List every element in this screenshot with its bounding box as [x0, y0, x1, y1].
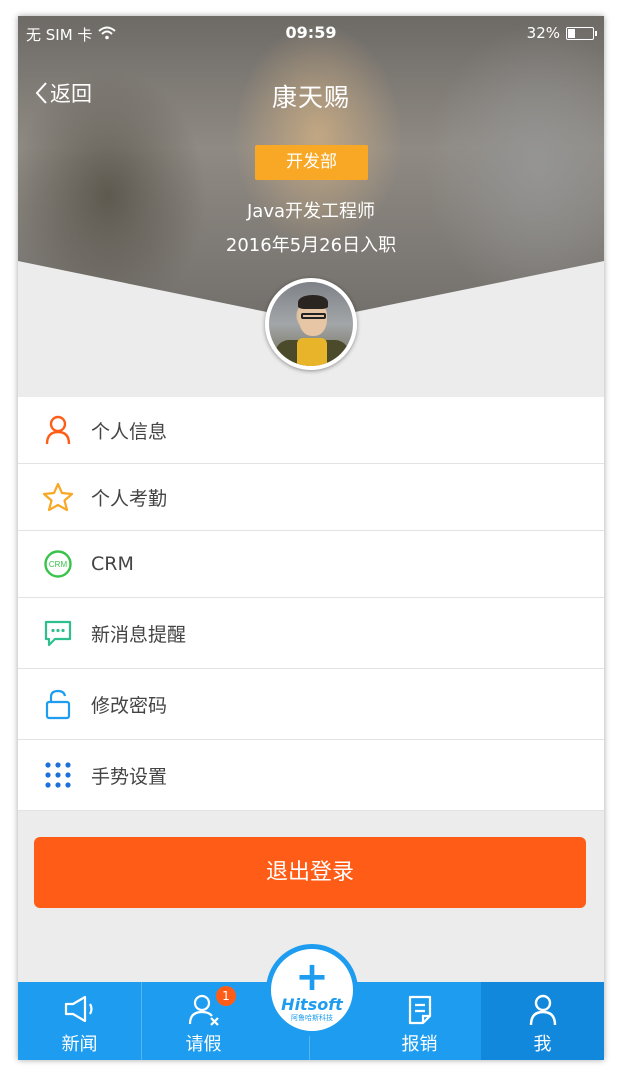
tab-label: 新闻 — [61, 1034, 98, 1055]
lock-icon — [42, 688, 74, 720]
settings-menu: 个人信息 个人考勤 CRM CRM 新消息提醒 修改密码 手势设置 — [18, 397, 604, 811]
document-icon — [358, 994, 481, 1026]
app-screen: 无 SIM 卡 09:59 32% 返回 康天赐 开发部 Java开发工程师 2… — [18, 16, 604, 1060]
battery-percent: 32% — [526, 24, 560, 42]
star-icon — [42, 481, 74, 513]
menu-item-personal-info[interactable]: 个人信息 — [18, 397, 604, 464]
nav-bar: 返回 康天赐 — [18, 72, 604, 116]
menu-item-change-password[interactable]: 修改密码 — [18, 669, 604, 740]
brand-logo: Hitsoft — [281, 995, 343, 1014]
menu-item-crm[interactable]: CRM CRM — [18, 531, 604, 598]
person-icon — [42, 414, 74, 446]
plus-icon: + — [295, 954, 329, 1000]
avatar[interactable] — [265, 278, 357, 370]
menu-item-label: 新消息提醒 — [91, 623, 187, 646]
grid-dots-icon — [42, 759, 74, 791]
brand-subtitle: 阿鲁哈斯科技 — [291, 1014, 333, 1022]
logout-button[interactable]: 退出登录 — [34, 837, 586, 908]
center-add-button[interactable]: + Hitsoft 阿鲁哈斯科技 — [266, 944, 358, 1036]
megaphone-icon — [18, 994, 141, 1026]
tab-news[interactable]: 新闻 — [18, 982, 141, 1060]
status-time: 09:59 — [285, 23, 337, 42]
menu-item-label: CRM — [91, 553, 134, 575]
crm-icon: CRM — [42, 548, 74, 580]
tab-me[interactable]: 我 — [481, 982, 604, 1060]
battery-fill — [568, 28, 575, 38]
leave-icon — [142, 994, 265, 1026]
join-date: 2016年5月26日入职 — [225, 235, 397, 256]
tab-label: 我 — [533, 1034, 552, 1055]
department-badge: 开发部 — [255, 145, 368, 180]
tab-label: 报销 — [401, 1034, 438, 1055]
menu-item-gesture-settings[interactable]: 手势设置 — [18, 740, 604, 811]
status-bar: 无 SIM 卡 09:59 32% — [18, 16, 604, 50]
menu-item-label: 个人信息 — [91, 420, 168, 443]
crm-icon-text: CRM — [49, 560, 68, 569]
menu-item-label: 修改密码 — [91, 694, 168, 717]
menu-item-label: 手势设置 — [91, 765, 168, 788]
battery-icon — [566, 26, 597, 40]
menu-item-label: 个人考勤 — [91, 487, 168, 510]
tab-label: 请假 — [185, 1034, 222, 1055]
menu-item-attendance[interactable]: 个人考勤 — [18, 464, 604, 531]
tab-leave[interactable]: 1 请假 — [142, 982, 265, 1060]
tab-reimbursement[interactable]: 报销 — [358, 982, 481, 1060]
message-icon — [42, 617, 74, 649]
user-icon — [481, 994, 604, 1026]
leave-badge: 1 — [216, 986, 236, 1006]
menu-item-notifications[interactable]: 新消息提醒 — [18, 598, 604, 669]
job-title: Java开发工程师 — [246, 201, 376, 222]
status-right: 32% — [526, 24, 597, 42]
page-title: 康天赐 — [271, 83, 350, 112]
